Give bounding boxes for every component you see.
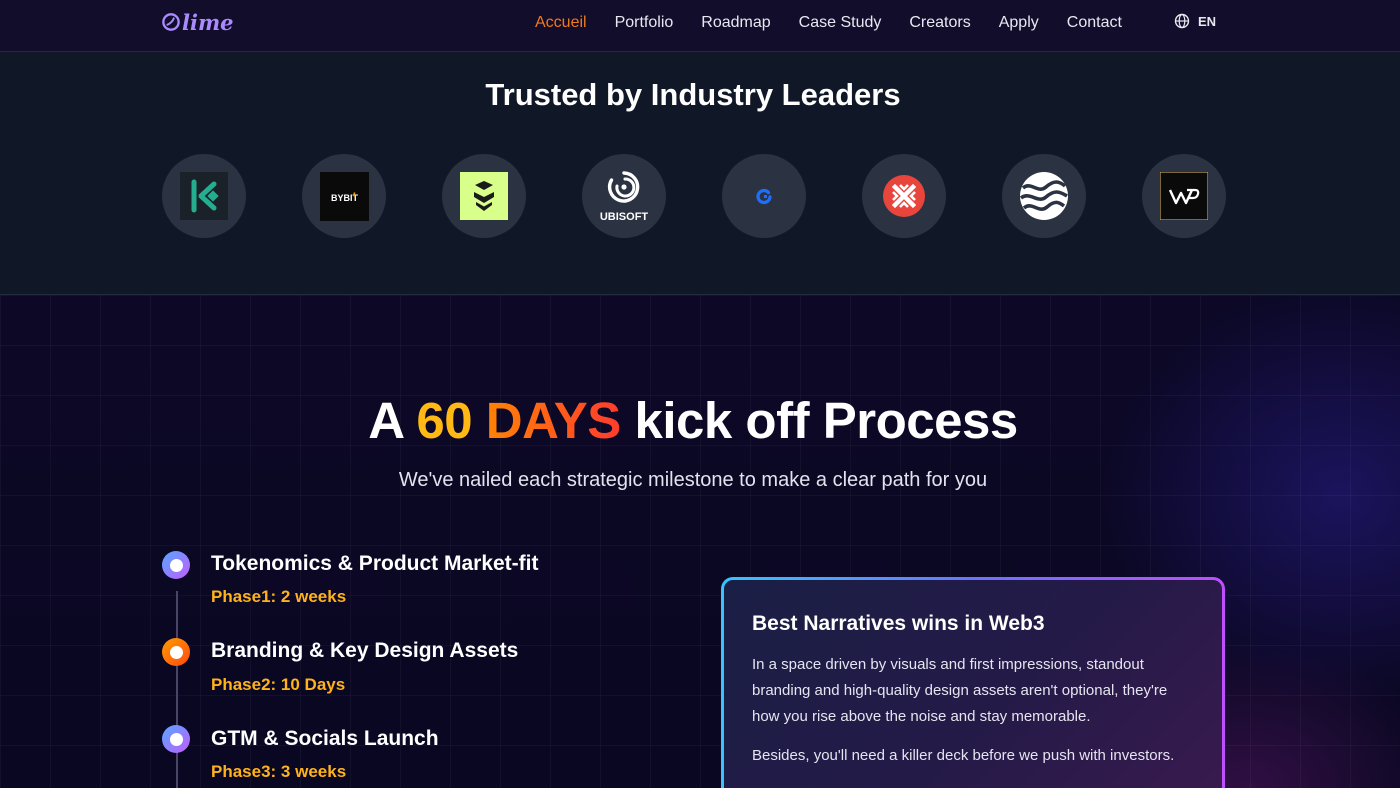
process-headline: A 60 DAYS kick off Process	[0, 391, 1386, 450]
step-1-title: Tokenomics & Product Market-fit	[211, 552, 539, 575]
language-switcher[interactable]: EN	[1174, 13, 1216, 29]
kickoff-process-section: A 60 DAYS kick off Process We've nailed …	[0, 295, 1400, 788]
ubisoft-logo-text: UBISOFT	[600, 211, 649, 223]
step-3-dot	[162, 725, 190, 753]
step-1-phase: Phase1: 2 weeks	[211, 587, 347, 606]
card-title: Best Narratives wins in Web3	[752, 612, 1045, 635]
kucoin-logo-icon	[180, 172, 228, 220]
language-label: EN	[1198, 13, 1217, 29]
partner-red-x[interactable]	[862, 154, 946, 238]
nav-link-creators[interactable]: Creators	[909, 14, 970, 32]
headline-prefix: A	[368, 392, 417, 449]
headline-days: DAYS	[472, 392, 622, 449]
narratives-card-body: Best Narratives wins in Web3 In a space …	[724, 580, 1222, 788]
trusted-title: Trusted by Industry Leaders	[485, 77, 901, 112]
nav-link-portfolio[interactable]: Portfolio	[615, 14, 674, 32]
card-paragraph-1: In a space driven by visuals and first i…	[752, 656, 1168, 725]
nav-link-contact[interactable]: Contact	[1067, 14, 1122, 32]
nav-link-case-study[interactable]: Case Study	[799, 14, 882, 32]
card-paragraph-2: Besides, you'll need a killer deck befor…	[752, 747, 1175, 764]
partner-kucoin[interactable]	[162, 154, 246, 238]
wp-monogram-logo-icon	[1160, 172, 1208, 220]
headline-number: 60	[416, 392, 473, 449]
narratives-card: Best Narratives wins in Web3 In a space …	[721, 577, 1225, 788]
waves-logo-icon	[1019, 172, 1068, 220]
partner-ubisoft[interactable]: UBISOFT	[582, 154, 666, 238]
lime-logo[interactable]: lime	[162, 8, 234, 36]
partner-waves[interactable]	[1002, 154, 1086, 238]
lime-logo-icon	[162, 13, 180, 31]
bybit-logo-icon: BYBIT	[319, 171, 369, 221]
process-subtitle: We've nailed each strategic milestone to…	[398, 469, 988, 491]
nav-link-roadmap[interactable]: Roadmap	[701, 14, 770, 32]
step-2-title: Branding & Key Design Assets	[211, 639, 519, 662]
nav-link-accueil[interactable]: Accueil	[535, 14, 587, 32]
top-navbar: lime Accueil Portfolio Roadmap Case Stud…	[0, 0, 1400, 52]
red-x-logo-icon	[883, 175, 925, 217]
partner-wp-monogram[interactable]	[1142, 154, 1226, 238]
step-3-phase: Phase3: 3 weeks	[211, 762, 347, 781]
step-1-dot	[162, 551, 190, 579]
step-3-title: GTM & Socials Launch	[211, 727, 439, 750]
ubisoft-logo-icon: UBISOFT	[600, 171, 649, 223]
step-2-dot	[162, 638, 190, 666]
step-2-phase: Phase2: 10 Days	[211, 675, 346, 694]
nav-link-apply[interactable]: Apply	[999, 14, 1039, 32]
blue-ring-logo-icon	[756, 188, 772, 205]
headline-suffix: kick off Process	[620, 392, 1018, 449]
logo-text: lime	[182, 9, 234, 35]
main-menu: Accueil Portfolio Roadmap Case Study Cre…	[535, 0, 1150, 46]
partner-layered-chevron[interactable]	[442, 154, 526, 238]
partner-bybit[interactable]: BYBIT	[302, 154, 386, 238]
timeline-line	[176, 591, 178, 788]
layered-chevron-logo-icon	[460, 172, 508, 220]
trusted-by-section: Trusted by Industry Leaders BYBIT UBISOF…	[0, 52, 1400, 295]
globe-icon	[1174, 13, 1190, 29]
partner-blue-ring[interactable]	[722, 154, 806, 238]
